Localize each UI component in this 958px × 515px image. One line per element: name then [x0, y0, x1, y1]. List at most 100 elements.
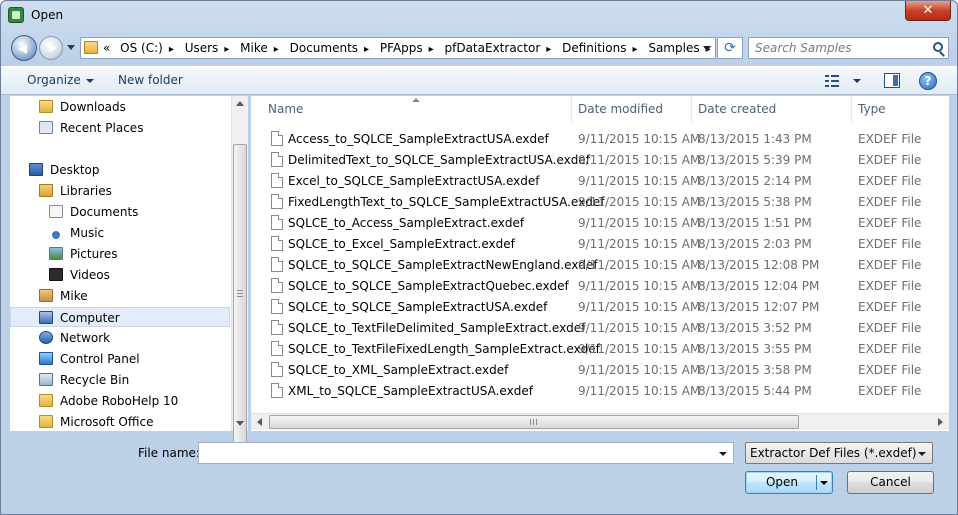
nav-item-recent-places[interactable]: Recent Places [39, 118, 229, 138]
file-type-filter-select[interactable]: Extractor Def Files (*.exdef) [745, 442, 933, 464]
address-dropdown-icon[interactable] [703, 46, 711, 51]
file-list-horizontal-scrollbar[interactable] [251, 413, 949, 430]
nav-item-label: Network [60, 331, 111, 345]
breadcrumb-pfdataextractor[interactable]: pfDataExtractor [445, 41, 541, 55]
file-date-created: 8/13/2015 1:51 PM [698, 216, 812, 230]
help-icon[interactable]: ? [919, 72, 937, 90]
column-header-type[interactable]: Type [852, 96, 949, 122]
scroll-right-icon[interactable] [938, 418, 943, 426]
column-header-date-modified[interactable]: Date modified [572, 96, 692, 122]
file-row[interactable]: SQLCE_to_Access_SampleExtract.exdef 9/11… [251, 213, 949, 234]
file-name-combobox[interactable] [198, 442, 734, 464]
scroll-down-icon[interactable] [236, 421, 244, 426]
nav-item-control-panel[interactable]: Control Panel [39, 349, 229, 369]
nav-item-desktop[interactable]: Desktop [29, 160, 229, 180]
breadcrumb-samples[interactable]: Samples [648, 41, 699, 55]
file-date-modified: 9/11/2015 10:15 AM [578, 279, 701, 293]
file-row[interactable]: SQLCE_to_SQLCE_SampleExtractQuebec.exdef… [251, 276, 949, 297]
file-icon [271, 257, 283, 272]
file-row[interactable]: SQLCE_to_TextFileDelimited_SampleExtract… [251, 318, 949, 339]
scroll-left-icon[interactable] [257, 418, 262, 426]
back-button[interactable] [11, 35, 37, 61]
music-library-icon [52, 231, 60, 239]
window-title: Open [31, 8, 64, 22]
cancel-button[interactable]: Cancel [847, 471, 934, 494]
file-name: Access_to_SQLCE_SampleExtractUSA.exdef [288, 132, 549, 146]
file-name-input[interactable] [202, 445, 702, 461]
breadcrumb-os-c[interactable]: OS (C:) [120, 41, 163, 55]
file-row[interactable]: FixedLengthText_to_SQLCE_SampleExtractUS… [251, 192, 949, 213]
file-row[interactable]: Excel_to_SQLCE_SampleExtractUSA.exdef 9/… [251, 171, 949, 192]
breadcrumb-overflow[interactable]: « [103, 41, 110, 55]
file-row[interactable]: SQLCE_to_XML_SampleExtract.exdef 9/11/20… [251, 360, 949, 381]
address-bar[interactable]: « OS (C:) ▸ Users ▸ Mike ▸ Documents ▸ PFApp… [80, 37, 716, 59]
organize-button[interactable]: Organize [27, 73, 94, 87]
file-icon [271, 194, 283, 209]
recent-locations-dropdown[interactable] [66, 43, 76, 53]
file-row[interactable]: SQLCE_to_TextFileFixedLength_SampleExtra… [251, 339, 949, 360]
nav-item-downloads[interactable]: Downloads [39, 97, 229, 117]
breadcrumb-users[interactable]: Users [185, 41, 219, 55]
breadcrumb-definitions[interactable]: Definitions [562, 41, 626, 55]
file-name: Excel_to_SQLCE_SampleExtractUSA.exdef [288, 174, 540, 188]
breadcrumb-separator-icon[interactable]: ▸ [546, 44, 551, 55]
nav-item-videos[interactable]: Videos [49, 265, 229, 285]
search-input[interactable] [753, 40, 923, 56]
nav-item-adobe-robohelp[interactable]: Adobe RoboHelp 10 [39, 391, 229, 411]
file-date-created: 8/13/2015 12:07 PM [698, 300, 820, 314]
close-button[interactable]: ✕ [905, 1, 951, 21]
new-folder-button[interactable]: New folder [118, 73, 183, 87]
nav-item-recycle-bin[interactable]: Recycle Bin [39, 370, 229, 390]
open-options-arrow-icon[interactable] [820, 481, 828, 485]
nav-item-mike[interactable]: Mike [39, 286, 229, 306]
change-view-icon[interactable] [825, 75, 839, 87]
nav-item-music[interactable]: Music [49, 223, 229, 243]
documents-library-icon [49, 205, 63, 218]
breadcrumb-pfapps[interactable]: PFApps [380, 41, 423, 55]
nav-item-network[interactable]: Network [39, 328, 229, 348]
breadcrumb-separator-icon[interactable]: ▸ [632, 44, 637, 55]
search-icon[interactable] [933, 42, 943, 52]
nav-item-pictures[interactable]: Pictures [49, 244, 229, 264]
refresh-button[interactable]: ⟳ [717, 37, 743, 59]
file-row[interactable]: DelimitedText_to_SQLCE_SampleExtractUSA.… [251, 150, 949, 171]
file-row[interactable]: XML_to_SQLCE_SampleExtractUSA.exdef 9/11… [251, 381, 949, 402]
column-header-date-created[interactable]: Date created [692, 96, 852, 122]
file-date-created: 8/13/2015 3:52 PM [698, 321, 812, 335]
title-bar[interactable]: Open ✕ [1, 1, 957, 31]
column-header-name[interactable]: Name [262, 96, 572, 122]
search-box[interactable] [748, 37, 949, 59]
scroll-up-icon[interactable] [236, 101, 244, 106]
preview-pane-icon[interactable] [884, 73, 900, 88]
file-date-modified: 9/11/2015 10:15 AM [578, 195, 701, 209]
breadcrumb-separator-icon[interactable]: ▸ [224, 44, 229, 55]
file-date-modified: 9/11/2015 10:15 AM [578, 174, 701, 188]
scrollbar-thumb[interactable] [233, 144, 247, 452]
file-icon [271, 236, 283, 251]
breadcrumb-separator-icon[interactable]: ▸ [429, 44, 434, 55]
open-button[interactable]: Open [745, 471, 833, 494]
recycle-bin-icon [39, 373, 53, 386]
file-date-modified: 9/11/2015 10:15 AM [578, 342, 701, 356]
nav-item-label: Recycle Bin [60, 373, 130, 387]
file-row[interactable]: SQLCE_to_SQLCE_SampleExtractNewEngland.e… [251, 255, 949, 276]
breadcrumb-separator-icon[interactable]: ▸ [169, 44, 174, 55]
breadcrumb-separator-icon[interactable]: ▸ [274, 44, 279, 55]
navigation-scrollbar[interactable] [231, 96, 248, 452]
file-name: SQLCE_to_Excel_SampleExtract.exdef [288, 237, 515, 251]
file-row[interactable]: SQLCE_to_SQLCE_SampleExtractUSA.exdef 9/… [251, 297, 949, 318]
chevron-down-icon[interactable] [719, 452, 727, 456]
nav-item-computer[interactable]: Computer [10, 307, 230, 327]
file-row[interactable]: SQLCE_to_Excel_SampleExtract.exdef 9/11/… [251, 234, 949, 255]
breadcrumb-mike[interactable]: Mike [240, 41, 268, 55]
breadcrumb-separator-icon[interactable]: ▸ [364, 44, 369, 55]
nav-item-microsoft-office[interactable]: Microsoft Office [39, 412, 229, 431]
nav-item-label: Documents [70, 205, 139, 219]
scrollbar-thumb[interactable] [269, 415, 799, 429]
breadcrumb-documents[interactable]: Documents [290, 41, 358, 55]
nav-item-libraries[interactable]: Libraries [39, 181, 229, 201]
view-options-dropdown-icon[interactable] [853, 79, 861, 83]
forward-button[interactable] [39, 36, 63, 60]
nav-item-documents[interactable]: Documents [49, 202, 229, 222]
file-row[interactable]: Access_to_SQLCE_SampleExtractUSA.exdef 9… [251, 129, 949, 150]
